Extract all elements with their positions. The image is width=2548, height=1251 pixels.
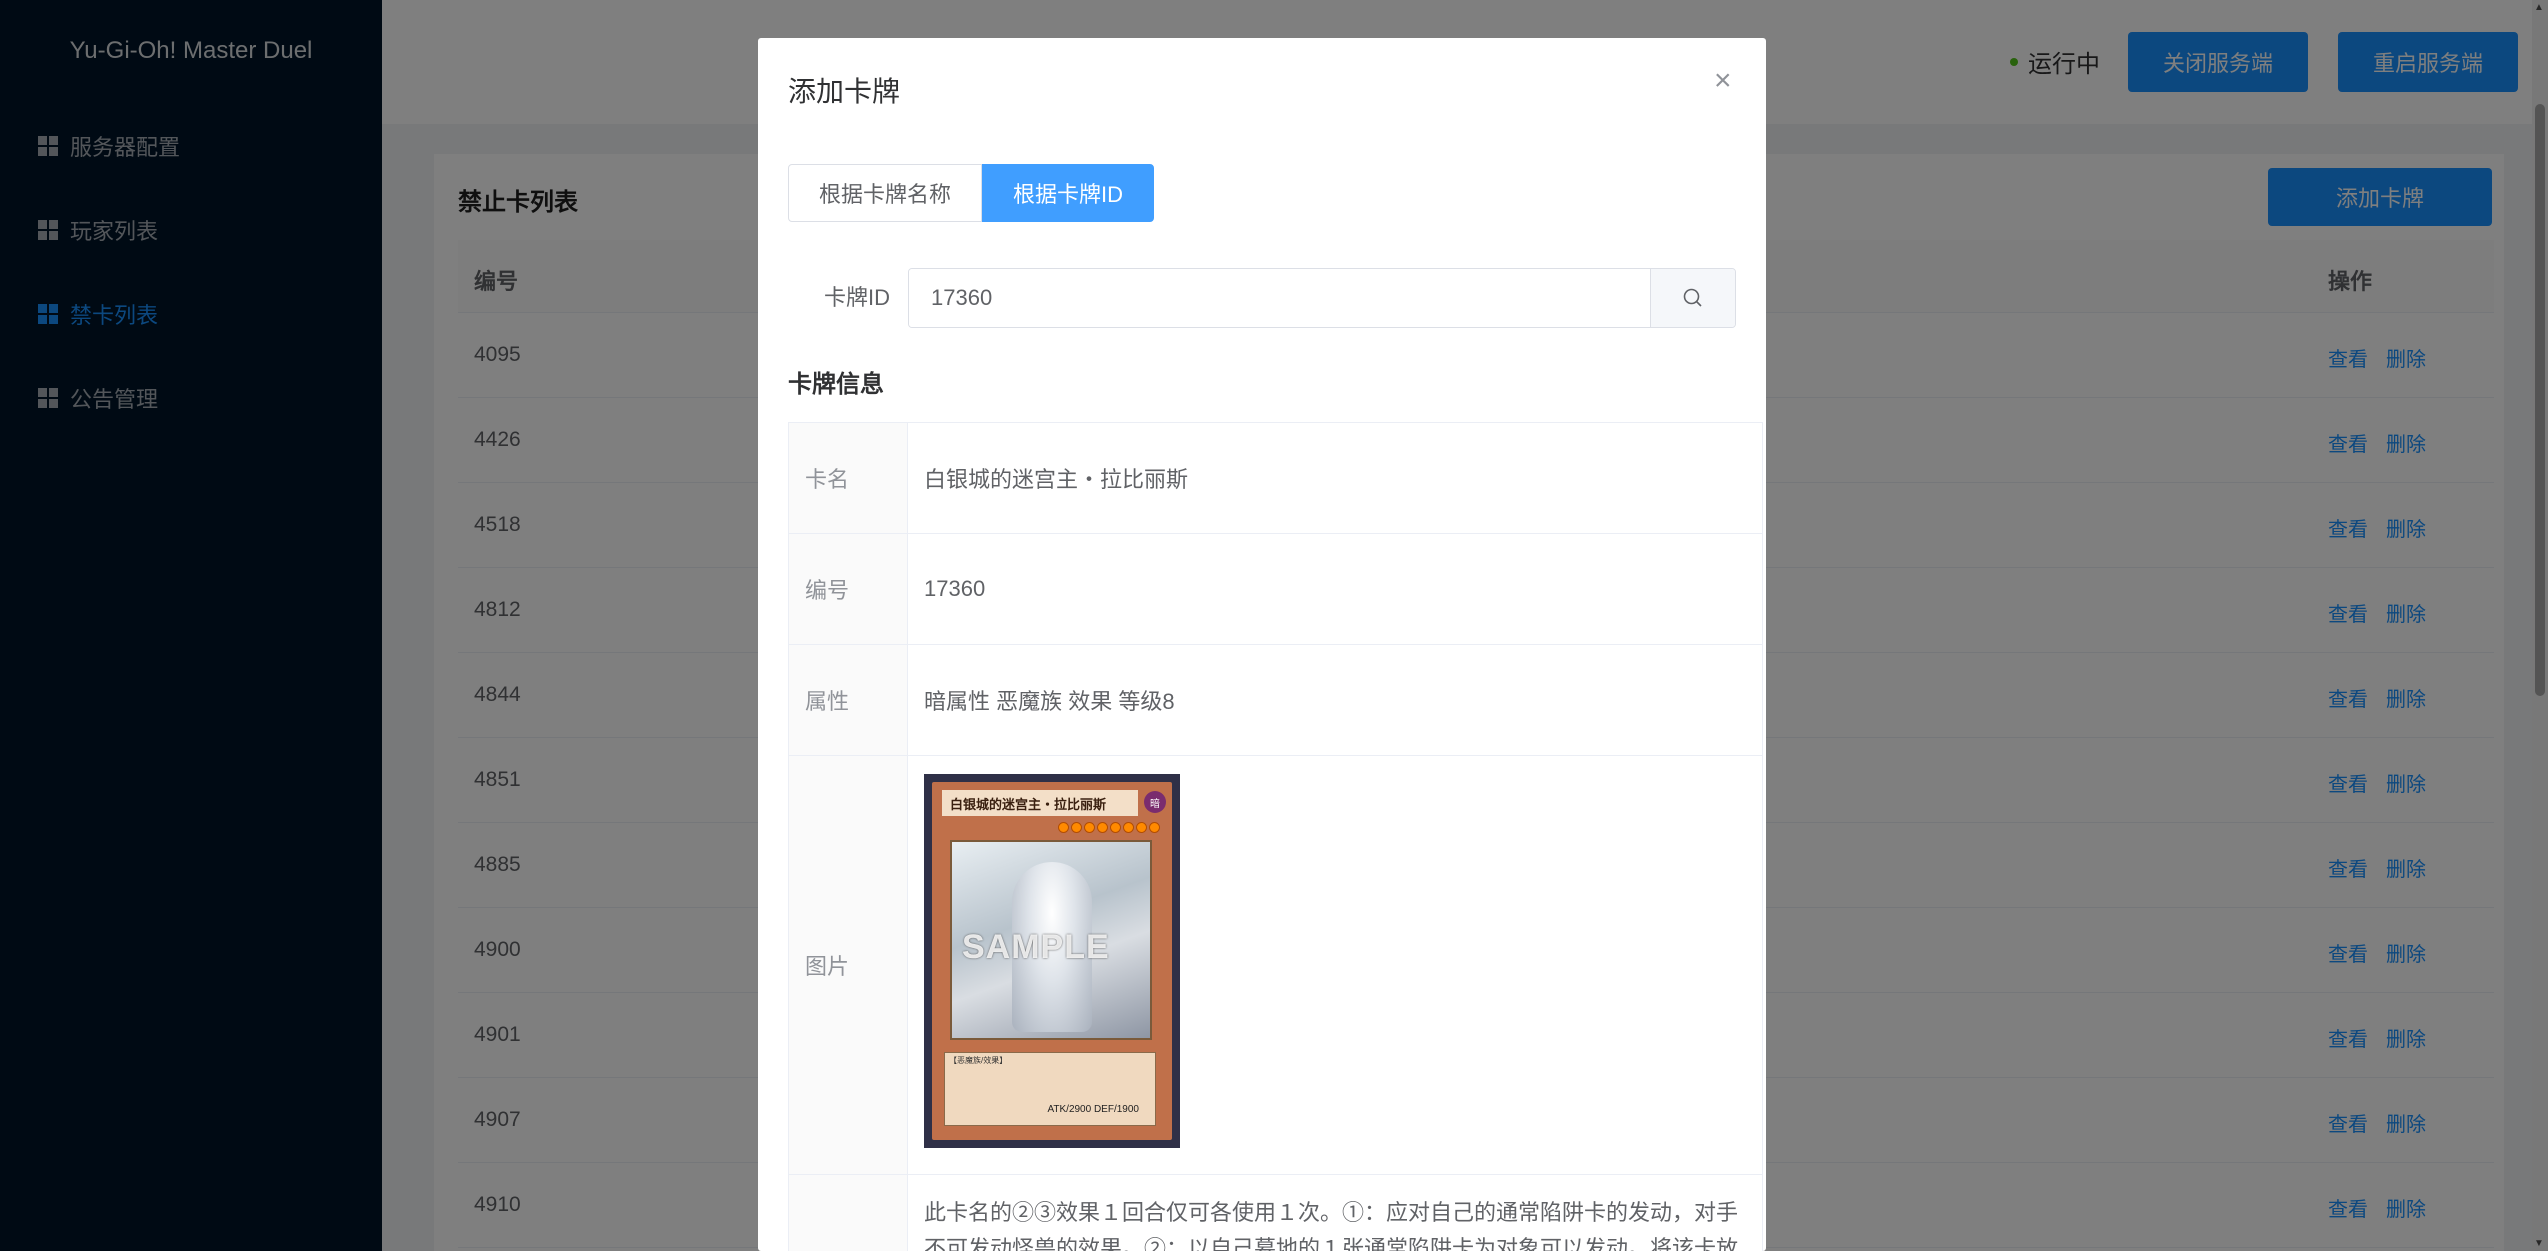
level-star-icon	[1149, 822, 1160, 833]
info-row-id: 编号 17360	[789, 534, 1763, 645]
level-star-icon	[1084, 822, 1095, 833]
info-key: 卡名	[789, 423, 908, 533]
info-row-description: 此卡名的②③效果１回合仅可各使用１次。①：应对自己的通常陷阱卡的发动，对手不可发…	[789, 1175, 1763, 1251]
card-id-label: 卡牌ID	[823, 285, 890, 310]
level-star-icon	[1097, 822, 1108, 833]
level-star-icon	[1110, 822, 1121, 833]
card-description-value: 此卡名的②③效果１回合仅可各使用１次。①：应对自己的通常陷阱卡的发动，对手不可发…	[908, 1175, 1763, 1251]
card-info-title: 卡牌信息	[788, 371, 884, 398]
sample-watermark: SAMPLE	[962, 928, 1110, 966]
card-name-value: 白银城的迷宫主・拉比丽斯	[908, 423, 1763, 533]
level-star-icon	[1058, 822, 1069, 833]
info-row-attribute: 属性 暗属性 恶魔族 效果 等级8	[789, 645, 1763, 756]
close-icon[interactable]: ×	[1714, 66, 1732, 96]
card-image-name: 白银城的迷宫主・拉比丽斯	[942, 790, 1138, 816]
add-card-dialog: 添加卡牌 × 根据卡牌名称 根据卡牌ID 卡牌ID 卡牌信息 卡名 白银城的迷宫…	[758, 38, 1766, 1251]
card-id-form-row: 卡牌ID	[788, 268, 1736, 328]
card-image: 白银城的迷宫主・拉比丽斯 暗 SAMPLE 【恶魔族/效果】 ATK/2900 …	[924, 774, 1180, 1148]
tab-by-name[interactable]: 根据卡牌名称	[788, 164, 983, 222]
info-row-name: 卡名 白银城的迷宫主・拉比丽斯	[789, 423, 1763, 534]
card-artwork: SAMPLE	[950, 840, 1152, 1040]
card-attribute-value: 暗属性 恶魔族 效果 等级8	[908, 645, 1763, 755]
search-icon	[1683, 288, 1702, 307]
info-key: 编号	[789, 534, 908, 644]
card-info-table: 卡名 白银城的迷宫主・拉比丽斯 编号 17360 属性 暗属性 恶魔族 效果 等…	[788, 422, 1763, 1251]
level-star-icon	[1123, 822, 1134, 833]
level-star-icon	[1071, 822, 1082, 833]
info-key: 图片	[789, 756, 908, 1174]
search-mode-tabs: 根据卡牌名称 根据卡牌ID	[788, 164, 1155, 222]
card-id-input-group	[908, 268, 1736, 328]
info-key: 属性	[789, 645, 908, 755]
info-row-image: 图片 白银城的迷宫主・拉比丽斯 暗 SAMPLE 【恶魔族/效果】 ATK/29	[789, 756, 1763, 1175]
card-id-value: 17360	[908, 534, 1763, 644]
card-frame: 白银城的迷宫主・拉比丽斯 暗 SAMPLE 【恶魔族/效果】 ATK/2900 …	[932, 782, 1172, 1140]
dialog-title: 添加卡牌	[788, 76, 901, 107]
info-key	[789, 1175, 908, 1251]
tab-by-id[interactable]: 根据卡牌ID	[982, 164, 1155, 222]
card-id-input[interactable]	[909, 269, 1650, 327]
card-level-stars	[1058, 822, 1160, 833]
card-attribute-icon: 暗	[1144, 791, 1166, 813]
level-star-icon	[1136, 822, 1147, 833]
search-button[interactable]	[1650, 269, 1735, 327]
card-stats: ATK/2900 DEF/1900	[1047, 1104, 1139, 1115]
card-image-cell: 白银城的迷宫主・拉比丽斯 暗 SAMPLE 【恶魔族/效果】 ATK/2900 …	[908, 756, 1763, 1174]
card-text-box: 【恶魔族/效果】 ATK/2900 DEF/1900	[944, 1052, 1156, 1126]
card-type-line: 【恶魔族/效果】	[949, 1056, 1008, 1065]
